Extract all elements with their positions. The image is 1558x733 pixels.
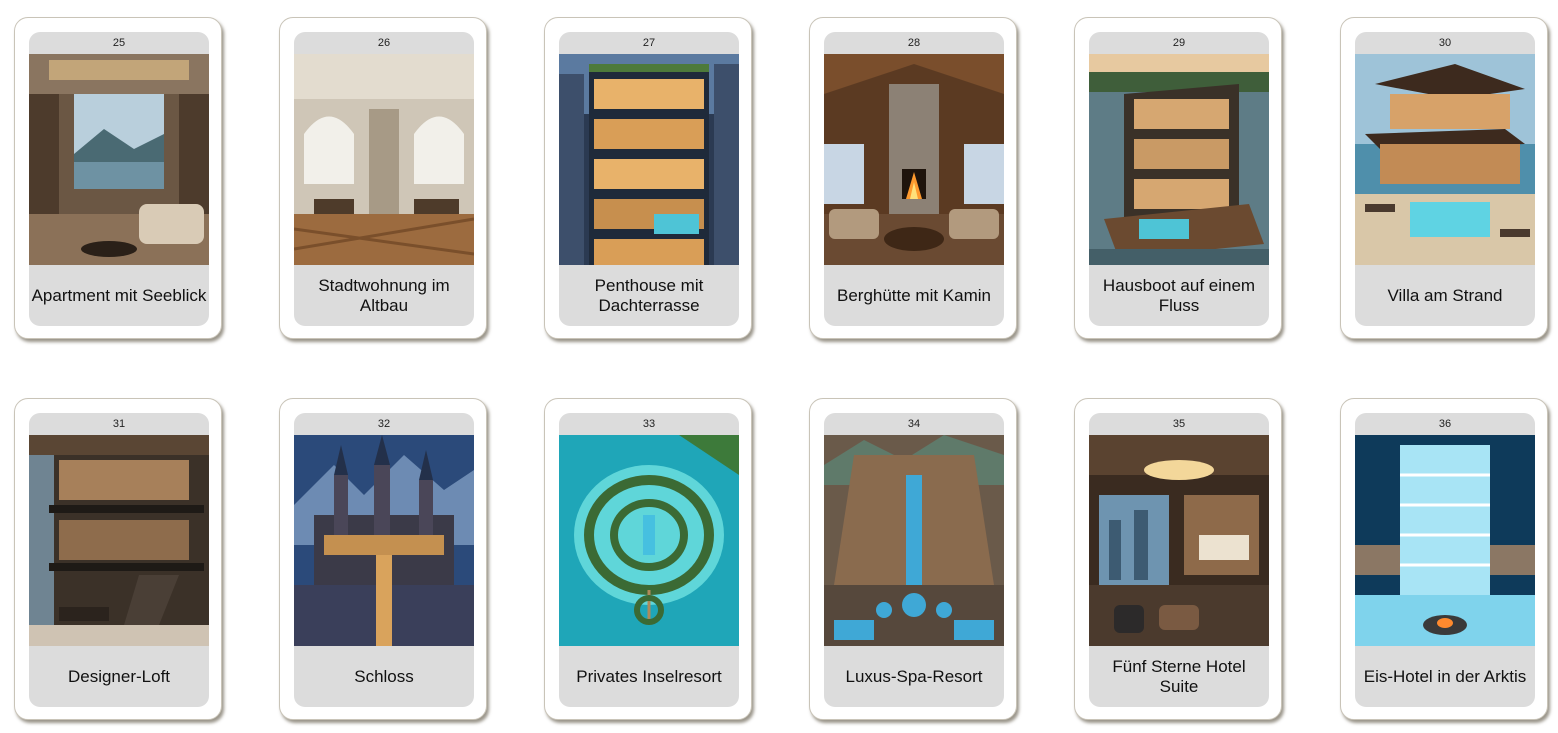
card-36[interactable]: 36 Eis-Hotel in der Arktis (1340, 398, 1548, 720)
card-number: 34 (907, 418, 921, 430)
card-33[interactable]: 33 Privates Inselresort (544, 398, 752, 720)
card-face: 34 Luxus-Spa-Resort (824, 413, 1004, 707)
card-face: 26 Stadtwohnung im Altbau (294, 32, 474, 326)
card-title: Penthouse mit Dachterrasse (594, 275, 704, 315)
card-34[interactable]: 34 Luxus-Spa-Resort (809, 398, 1017, 720)
card-title: Luxus-Spa-Resort (845, 666, 983, 686)
card-face: 27 Penthouse mit Dachterrasse (559, 32, 739, 326)
card-number: 25 (112, 37, 126, 49)
card-face: 36 Eis-Hotel in der Arktis (1355, 413, 1535, 707)
card-title: Privates Inselresort (576, 666, 722, 686)
apartment-lake-view-image (29, 54, 209, 265)
card-title: Villa am Strand (1387, 285, 1503, 305)
card-number: 29 (1172, 37, 1186, 49)
card-title: Stadtwohnung im Altbau (318, 275, 450, 315)
card-face: 25 Apartment mit Seeblick (29, 32, 209, 326)
castle-image (294, 435, 474, 646)
card-number: 32 (377, 418, 391, 430)
card-grid: 25 Apartment mit Seeblick 26 Stadtwohnun… (0, 0, 1558, 733)
card-25[interactable]: 25 Apartment mit Seeblick (14, 17, 222, 339)
card-26[interactable]: 26 Stadtwohnung im Altbau (279, 17, 487, 339)
hotel-suite-image (1089, 435, 1269, 646)
card-number: 33 (642, 418, 656, 430)
card-title: Apartment mit Seeblick (31, 285, 207, 305)
card-27[interactable]: 27 Penthouse mit Dachterrasse (544, 17, 752, 339)
card-face: 30 Villa am Strand (1355, 32, 1535, 326)
card-title: Schloss (354, 666, 414, 686)
beach-villa-image (1355, 54, 1535, 265)
designer-loft-image (29, 435, 209, 646)
card-face: 29 Hausboot auf einem Fluss (1089, 32, 1269, 326)
card-number: 35 (1172, 418, 1186, 430)
card-28[interactable]: 28 Berghütte mit Kamin (809, 17, 1017, 339)
card-number: 27 (642, 37, 656, 49)
old-building-apartment-image (294, 54, 474, 265)
card-face: 33 Privates Inselresort (559, 413, 739, 707)
card-30[interactable]: 30 Villa am Strand (1340, 17, 1548, 339)
penthouse-image (559, 54, 739, 265)
mountain-lodge-image (824, 54, 1004, 265)
card-face: 31 Designer-Loft (29, 413, 209, 707)
card-29[interactable]: 29 Hausboot auf einem Fluss (1074, 17, 1282, 339)
card-title: Hausboot auf einem Fluss (1102, 275, 1256, 315)
card-face: 35 Fünf Sterne Hotel Suite (1089, 413, 1269, 707)
card-title: Fünf Sterne Hotel Suite (1112, 656, 1246, 696)
card-title: Berghütte mit Kamin (836, 285, 991, 305)
card-title: Designer-Loft (67, 666, 171, 686)
houseboat-image (1089, 54, 1269, 265)
card-number: 31 (112, 418, 126, 430)
card-31[interactable]: 31 Designer-Loft (14, 398, 222, 720)
ice-hotel-image (1355, 435, 1535, 646)
card-32[interactable]: 32 Schloss (279, 398, 487, 720)
spa-resort-image (824, 435, 1004, 646)
card-35[interactable]: 35 Fünf Sterne Hotel Suite (1074, 398, 1282, 720)
island-resort-image (559, 435, 739, 646)
card-number: 36 (1438, 418, 1452, 430)
card-title: Eis-Hotel in der Arktis (1363, 666, 1527, 686)
card-face: 28 Berghütte mit Kamin (824, 32, 1004, 326)
card-number: 28 (907, 37, 921, 49)
card-face: 32 Schloss (294, 413, 474, 707)
card-number: 26 (377, 37, 391, 49)
card-number: 30 (1438, 37, 1452, 49)
